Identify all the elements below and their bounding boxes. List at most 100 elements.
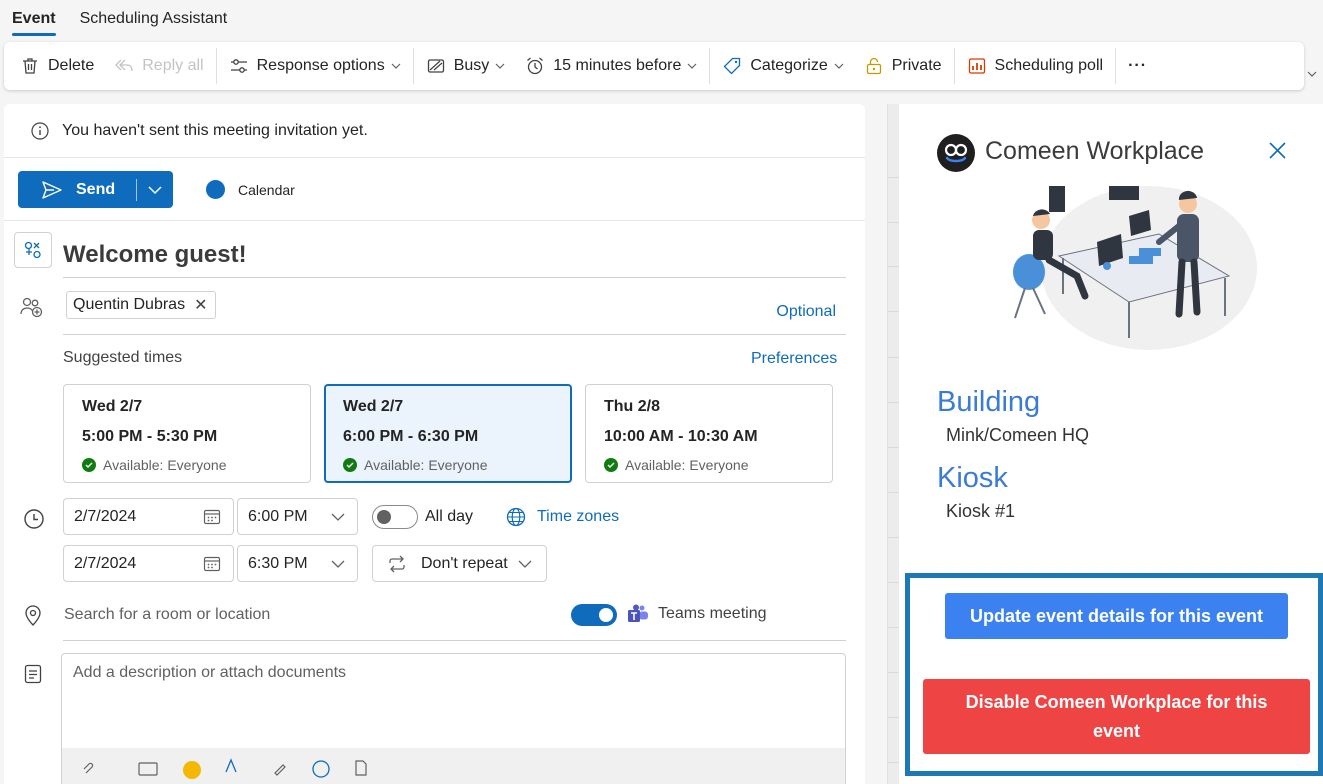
teams-icon bbox=[628, 604, 648, 622]
location-pin-icon bbox=[25, 605, 41, 626]
send-label: Send bbox=[76, 180, 116, 198]
reminder-label: 15 minutes before bbox=[553, 57, 682, 74]
scheduling-poll-label: Scheduling poll bbox=[994, 57, 1104, 74]
comeen-logo bbox=[937, 134, 975, 172]
optional-attendees-link[interactable]: Optional bbox=[776, 303, 836, 321]
response-options-button[interactable]: Response options bbox=[219, 48, 411, 84]
calendar-preview-strip bbox=[887, 104, 900, 784]
send-main-action[interactable]: Send bbox=[18, 171, 136, 208]
start-date-picker[interactable]: 2/7/2024 bbox=[63, 498, 234, 535]
teams-meeting-toggle[interactable] bbox=[571, 604, 617, 626]
location-search-input[interactable]: Search for a room or location bbox=[64, 606, 270, 624]
add-people-icon bbox=[20, 297, 43, 318]
trash-icon bbox=[23, 58, 37, 74]
slot-date: Wed 2/7 bbox=[343, 398, 404, 415]
suggested-time-slot[interactable]: Thu 2/8 10:00 AM - 10:30 AM Available: E… bbox=[585, 384, 833, 483]
comeen-logo-icon bbox=[944, 143, 968, 163]
check-circle-icon bbox=[604, 458, 618, 472]
private-label: Private bbox=[891, 57, 942, 74]
image-icon[interactable] bbox=[138, 762, 158, 776]
reminder-button[interactable]: 15 minutes before bbox=[515, 48, 707, 84]
attach-icon[interactable] bbox=[80, 760, 96, 776]
tab-bar: Event Scheduling Assistant bbox=[0, 0, 1323, 38]
comeen-addin-panel: Comeen Workplace Building Mink/Comeen HQ… bbox=[899, 104, 1323, 784]
suggested-time-slot[interactable]: Wed 2/7 5:00 PM - 5:30 PM Available: Eve… bbox=[63, 384, 311, 483]
ribbon-expand-icon[interactable] bbox=[1306, 68, 1318, 80]
time-zones-label: Time zones bbox=[537, 508, 620, 525]
end-time-picker[interactable]: 6:30 PM bbox=[237, 545, 358, 582]
more-options-button[interactable]: ··· bbox=[1118, 48, 1157, 84]
slot-date: Wed 2/7 bbox=[82, 398, 143, 415]
slot-availability-text: Available: Everyone bbox=[625, 457, 749, 473]
response-options-label: Response options bbox=[256, 57, 385, 74]
preferences-link[interactable]: Preferences bbox=[751, 350, 837, 368]
disable-comeen-button[interactable]: Disable Comeen Workplace for this event bbox=[923, 679, 1310, 754]
close-icon[interactable] bbox=[1269, 142, 1286, 159]
ribbon-toolbar: Delete Reply all Response options Busy 1… bbox=[4, 42, 1304, 90]
event-category-button[interactable] bbox=[14, 232, 52, 268]
tab-event[interactable]: Event bbox=[0, 0, 68, 38]
all-day-label: All day bbox=[425, 508, 474, 525]
chevron-down-icon bbox=[834, 63, 844, 69]
chevron-down-icon bbox=[495, 63, 505, 69]
chevron-down-icon bbox=[331, 560, 345, 568]
pen-icon[interactable] bbox=[272, 760, 288, 776]
scheduling-poll-button[interactable]: Scheduling poll bbox=[957, 48, 1114, 84]
check-circle-icon bbox=[343, 458, 357, 472]
attendee-name: Quentin Dubras bbox=[73, 296, 186, 313]
calendar-selector[interactable]: Calendar bbox=[206, 180, 295, 199]
teams-meeting: Teams meeting bbox=[627, 604, 767, 624]
attendees-row[interactable]: Quentin Dubras ✕ Optional bbox=[63, 288, 846, 335]
building-value: Mink/Comeen HQ bbox=[946, 425, 1090, 445]
alarm-clock-icon bbox=[527, 57, 544, 75]
office-illustration bbox=[1013, 186, 1257, 350]
suggested-time-slot-selected[interactable]: Wed 2/7 6:00 PM - 6:30 PM Available: Eve… bbox=[324, 384, 572, 483]
loop-icon[interactable] bbox=[312, 760, 330, 778]
slot-time: 10:00 AM - 10:30 AM bbox=[604, 428, 758, 445]
slot-date: Thu 2/8 bbox=[604, 398, 661, 415]
more-icon: ··· bbox=[1128, 57, 1148, 74]
end-time-value: 6:30 PM bbox=[248, 554, 308, 572]
check-circle-icon bbox=[82, 458, 96, 472]
ribbon-divider bbox=[412, 48, 414, 84]
text-format-icon[interactable] bbox=[224, 758, 238, 774]
chevron-down-icon bbox=[687, 63, 697, 69]
tab-scheduling-assistant[interactable]: Scheduling Assistant bbox=[68, 0, 240, 38]
busy-button[interactable]: Busy bbox=[416, 48, 516, 84]
delete-label: Delete bbox=[48, 57, 95, 74]
attendee-chip[interactable]: Quentin Dubras ✕ bbox=[66, 291, 217, 319]
document-icon[interactable] bbox=[354, 760, 368, 776]
event-title-input[interactable]: Welcome guest! bbox=[63, 232, 846, 278]
shapes-icon bbox=[24, 241, 41, 259]
reply-all-button[interactable]: Reply all bbox=[104, 48, 213, 84]
teams-meeting-label: Teams meeting bbox=[658, 605, 767, 622]
time-zones-button[interactable]: Time zones bbox=[506, 507, 619, 527]
description-editor[interactable]: Add a description or attach documents bbox=[61, 653, 846, 784]
end-date-picker[interactable]: 2/7/2024 bbox=[63, 545, 234, 582]
action-box: Update event details for this event Disa… bbox=[905, 573, 1323, 776]
start-time-picker[interactable]: 6:00 PM bbox=[237, 498, 358, 535]
send-options-dropdown[interactable] bbox=[137, 171, 173, 208]
emoji-icon[interactable] bbox=[182, 760, 202, 780]
send-button[interactable]: Send bbox=[18, 171, 173, 208]
notes-icon bbox=[24, 664, 42, 684]
repeat-dropdown[interactable]: Don't repeat bbox=[372, 545, 547, 582]
ribbon-divider bbox=[709, 48, 711, 84]
header-divider bbox=[4, 220, 865, 221]
all-day-toggle[interactable] bbox=[372, 505, 418, 529]
building-heading: Building bbox=[937, 386, 1041, 418]
status-icon bbox=[427, 59, 444, 73]
private-button[interactable]: Private bbox=[854, 48, 952, 84]
delete-button[interactable]: Delete bbox=[10, 48, 104, 84]
remove-attendee-icon[interactable]: ✕ bbox=[194, 295, 207, 315]
reply-all-icon bbox=[115, 59, 133, 72]
categorize-button[interactable]: Categorize bbox=[712, 48, 853, 84]
calendar-icon bbox=[203, 556, 221, 572]
ribbon-divider bbox=[1115, 48, 1117, 84]
ribbon-divider bbox=[953, 48, 955, 84]
lock-icon bbox=[866, 57, 881, 75]
update-event-details-button[interactable]: Update event details for this event bbox=[945, 593, 1288, 639]
reply-all-label: Reply all bbox=[142, 57, 204, 74]
send-icon bbox=[42, 180, 62, 199]
busy-label: Busy bbox=[453, 57, 490, 74]
